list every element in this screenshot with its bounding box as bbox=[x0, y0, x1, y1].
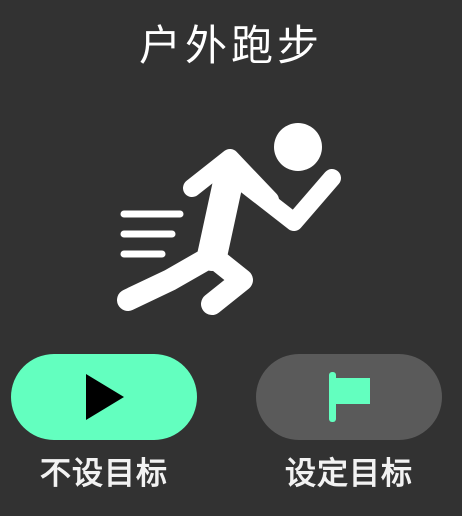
no-goal-label: 不设目标 bbox=[40, 456, 168, 492]
play-icon bbox=[86, 374, 124, 420]
set-goal-button[interactable] bbox=[256, 354, 442, 440]
workout-start-screen: 户外跑步 不设目标 设定目标 bbox=[0, 0, 462, 516]
set-goal-label: 设定目标 bbox=[285, 456, 413, 492]
flag-icon bbox=[329, 372, 370, 422]
no-goal-button[interactable] bbox=[11, 354, 197, 440]
running-person-icon bbox=[117, 123, 341, 315]
page-title: 户外跑步 bbox=[138, 21, 323, 70]
